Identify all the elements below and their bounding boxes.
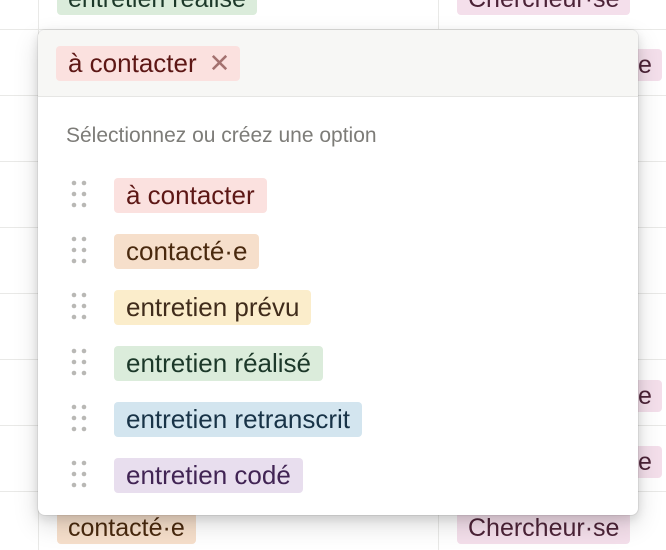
option-tag: contacté·e bbox=[114, 234, 260, 269]
selected-values-input[interactable]: à contacter ✕ bbox=[38, 30, 638, 97]
option-tag: entretien prévu bbox=[114, 290, 312, 325]
drag-handle-icon[interactable] bbox=[71, 348, 87, 376]
option-item[interactable]: contacté·e bbox=[38, 223, 638, 279]
option-item[interactable]: entretien prévu bbox=[38, 279, 638, 335]
option-tag: entretien retranscrit bbox=[114, 402, 362, 437]
option-item[interactable]: entretien codé bbox=[38, 447, 638, 503]
select-option-popup[interactable]: à contacter ✕ Sélectionnez ou créez une … bbox=[38, 30, 638, 515]
drag-handle-icon[interactable] bbox=[71, 180, 87, 208]
option-item[interactable]: entretien retranscrit bbox=[38, 391, 638, 447]
status-tag[interactable]: entretien réalisé bbox=[57, 0, 257, 15]
drag-handle-icon[interactable] bbox=[71, 292, 87, 320]
option-tag: à contacter bbox=[114, 178, 267, 213]
selected-option-label: à contacter bbox=[68, 48, 197, 78]
selected-option-chip[interactable]: à contacter ✕ bbox=[56, 46, 241, 81]
option-tag: entretien codé bbox=[114, 458, 303, 493]
drag-handle-icon[interactable] bbox=[71, 404, 87, 432]
close-icon[interactable]: ✕ bbox=[209, 46, 231, 81]
section-label: Sélectionnez ou créez une option bbox=[66, 124, 377, 147]
role-tag[interactable]: Chercheur·se bbox=[457, 512, 631, 544]
drag-handle-icon[interactable] bbox=[71, 460, 87, 488]
option-item[interactable]: entretien réalisé bbox=[38, 335, 638, 391]
option-item[interactable]: à contacter bbox=[38, 167, 638, 223]
status-tag[interactable]: contacté·e bbox=[57, 512, 196, 544]
drag-handle-icon[interactable] bbox=[71, 236, 87, 264]
option-tag: entretien réalisé bbox=[114, 346, 323, 381]
role-tag[interactable]: Chercheur·se bbox=[457, 0, 631, 15]
